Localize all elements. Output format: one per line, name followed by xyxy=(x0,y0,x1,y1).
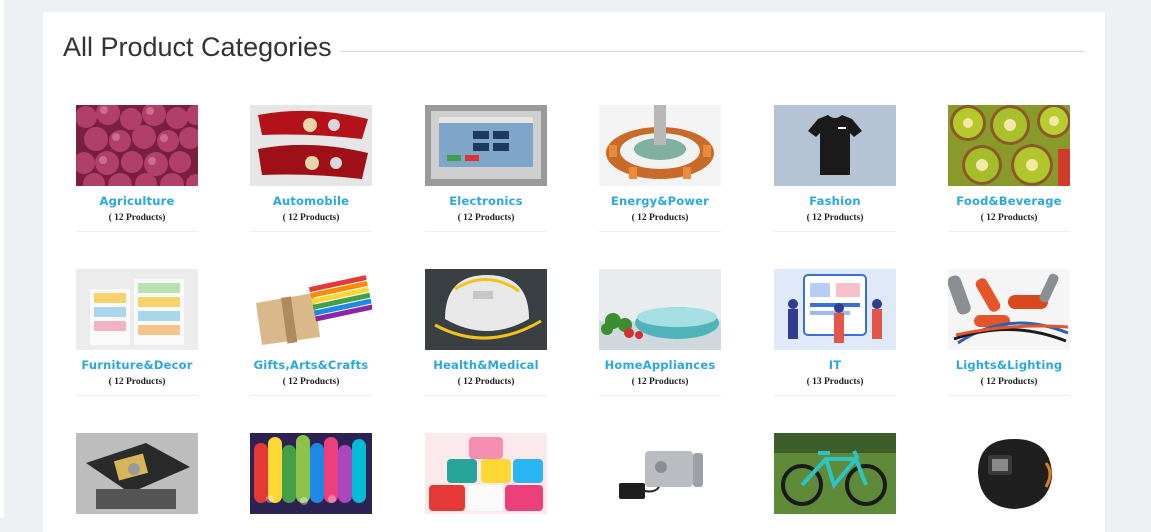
category-link[interactable]: IT xyxy=(774,358,896,372)
print-head-photo-icon[interactable] xyxy=(76,433,198,514)
product-count: ( 13 Products) xyxy=(806,377,864,387)
category-card-gifts-arts-crafts[interactable]: Gifts,Arts&Crafts ( 12 Products) xyxy=(250,269,372,396)
category-link[interactable]: Agriculture xyxy=(76,194,198,208)
category-card-row3-1[interactable] xyxy=(76,433,198,522)
mountain-bike-photo-icon[interactable] xyxy=(774,433,896,514)
card-divider xyxy=(774,395,896,396)
category-card-lights-lighting[interactable]: Lights&Lighting ( 12 Products) xyxy=(948,269,1070,396)
foam-tubes-photo-icon[interactable] xyxy=(250,433,372,514)
category-card-it[interactable]: IT ( 13 Products) xyxy=(774,269,896,396)
category-card-fashion[interactable]: Fashion ( 12 Products) xyxy=(774,105,896,232)
product-count: ( 12 Products) xyxy=(457,213,515,223)
product-count: ( 12 Products) xyxy=(631,213,689,223)
kiwi-slices-photo-icon[interactable] xyxy=(948,105,1070,186)
category-card-row3-6[interactable] xyxy=(948,433,1070,522)
welding-helmet-photo-icon[interactable] xyxy=(948,433,1070,514)
product-count: ( 12 Products) xyxy=(457,377,515,387)
product-count: ( 12 Products) xyxy=(108,213,166,223)
n95-mask-photo-icon[interactable] xyxy=(425,269,547,350)
stator-coil-photo-icon[interactable] xyxy=(599,105,721,186)
left-edge xyxy=(0,0,4,518)
categories-panel: All Product Categories Agriculture (12 … xyxy=(43,12,1105,532)
card-divider xyxy=(948,231,1070,232)
product-count: ( 12 Products) xyxy=(282,213,340,223)
category-link[interactable]: Energy&Power xyxy=(599,194,721,208)
category-card-row3-4[interactable] xyxy=(599,433,721,522)
card-divider xyxy=(599,395,721,396)
category-card-automobile[interactable]: Automobile ( 12 Products) xyxy=(250,105,372,232)
black-tshirt-photo-icon[interactable] xyxy=(774,105,896,186)
category-card-food-beverage[interactable]: Food&Beverage ( 12 Products) xyxy=(948,105,1070,232)
category-card-agriculture[interactable]: Agriculture ( 12 Products) xyxy=(76,105,198,232)
card-divider xyxy=(250,395,372,396)
category-card-health-medical[interactable]: Health&Medical ( 12 Products) xyxy=(425,269,547,396)
craft-sticks-photo-icon[interactable] xyxy=(250,269,372,350)
product-count: ( 12 Products) xyxy=(806,213,864,223)
hmi-panel-photo-icon[interactable] xyxy=(425,105,547,186)
category-card-row3-5[interactable] xyxy=(774,433,896,522)
category-link[interactable]: Lights&Lighting xyxy=(948,358,1070,372)
page-title: All Product Categories xyxy=(63,32,332,62)
pastel-drawers-photo-icon[interactable] xyxy=(76,269,198,350)
rubber-tubes-photo-icon[interactable] xyxy=(948,269,1070,350)
product-count: ( 12 Products) xyxy=(980,377,1038,387)
electric-lock-photo-icon[interactable] xyxy=(599,433,721,514)
category-card-energy-power[interactable]: Energy&Power ( 12 Products) xyxy=(599,105,721,232)
card-divider xyxy=(76,395,198,396)
category-card-row3-3[interactable] xyxy=(425,433,547,522)
product-count: ( 12 Products) xyxy=(108,377,166,387)
category-link[interactable]: Health&Medical xyxy=(425,358,547,372)
card-divider xyxy=(599,231,721,232)
product-count: ( 12 Products) xyxy=(631,377,689,387)
category-link[interactable]: Food&Beverage xyxy=(948,194,1070,208)
yarn-cones-photo-icon[interactable] xyxy=(425,433,547,514)
category-card-electronics[interactable]: Electronics ( 12 Products) xyxy=(425,105,547,232)
people-screen-illustration-icon[interactable] xyxy=(774,269,896,350)
category-link[interactable]: Automobile xyxy=(250,194,372,208)
category-link[interactable]: Electronics xyxy=(425,194,547,208)
card-divider xyxy=(76,231,198,232)
product-count: ( 12 Products) xyxy=(282,377,340,387)
category-link[interactable]: HomeAppliances xyxy=(599,358,721,372)
onions-photo-icon[interactable] xyxy=(76,105,198,186)
title-divider xyxy=(340,51,1085,52)
category-link[interactable]: Furniture&Decor xyxy=(76,358,198,372)
category-card-row3-2[interactable] xyxy=(250,433,372,522)
category-card-furniture-decor[interactable]: Furniture&Decor ( 12 Products) xyxy=(76,269,198,396)
card-divider xyxy=(425,231,547,232)
category-link[interactable]: Gifts,Arts&Crafts xyxy=(250,358,372,372)
category-card-home-appliances[interactable]: HomeAppliances ( 12 Products) xyxy=(599,269,721,396)
salad-spinner-photo-icon[interactable] xyxy=(599,269,721,350)
card-divider xyxy=(774,231,896,232)
product-count: ( 12 Products) xyxy=(980,213,1038,223)
tail-lights-photo-icon[interactable] xyxy=(250,105,372,186)
category-link[interactable]: Fashion xyxy=(774,194,896,208)
card-divider xyxy=(425,395,547,396)
card-divider xyxy=(250,231,372,232)
card-divider xyxy=(948,395,1070,396)
